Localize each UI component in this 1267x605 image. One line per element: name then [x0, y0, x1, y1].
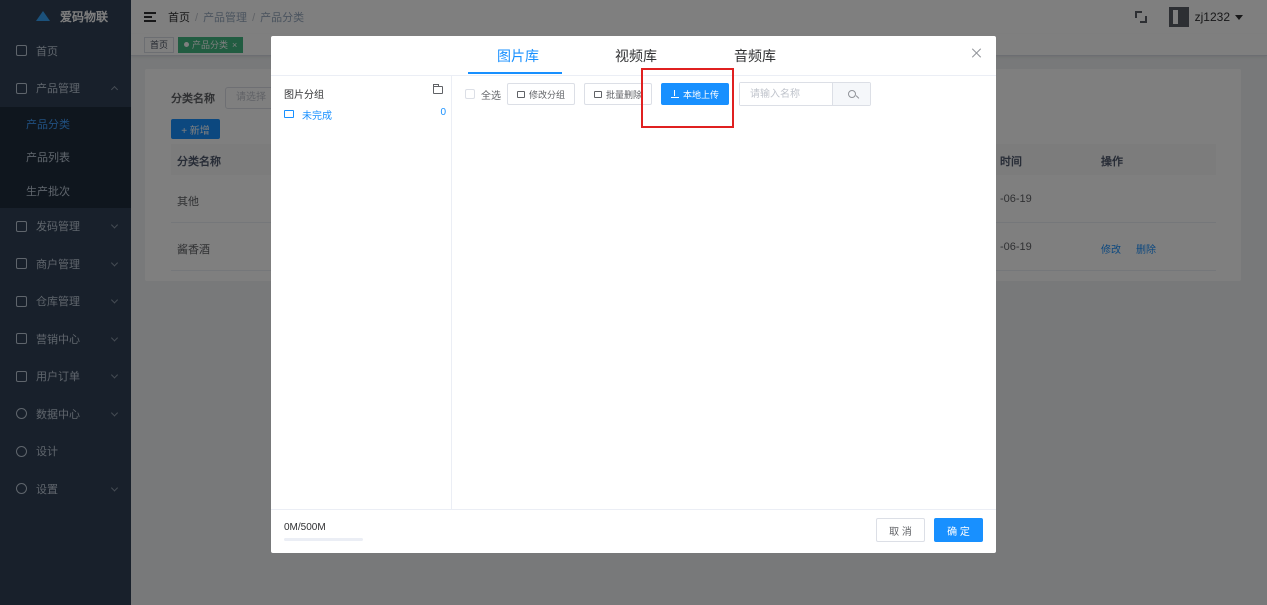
add-folder-icon[interactable]: [433, 84, 443, 94]
tab-images[interactable]: 图片库: [497, 46, 539, 66]
close-icon[interactable]: [972, 48, 982, 58]
cancel-button[interactable]: 取 消: [876, 518, 925, 542]
tab-audio[interactable]: 音频库: [734, 46, 776, 66]
folder-icon: [517, 90, 525, 98]
search-button[interactable]: [832, 83, 871, 105]
group-label: 未完成: [302, 110, 332, 122]
button-label: 修改分组: [529, 89, 566, 100]
folder-icon: [284, 110, 294, 118]
group-count: 0: [440, 107, 446, 118]
button-label: 批量删除: [606, 89, 643, 100]
group-panel: 图片分组 未完成 0: [271, 76, 452, 509]
storage-usage: 0M/500M: [284, 522, 326, 533]
search-input[interactable]: [740, 83, 833, 105]
search-box: [739, 82, 872, 106]
media-library-dialog: 图片库 视频库 音频库 图片分组 未完成 0 全选 修改分组 批量删除 本地上传: [271, 36, 996, 553]
search-icon: [847, 90, 856, 98]
trash-icon: [594, 90, 603, 98]
dialog-footer: 0M/500M 取 消 确 定: [271, 509, 996, 553]
tab-videos[interactable]: 视频库: [615, 46, 657, 66]
highlight-box: [641, 68, 734, 128]
dialog-tabs: 图片库 视频库 音频库: [271, 36, 996, 75]
group-item[interactable]: 未完成 0: [284, 107, 446, 122]
select-all-checkbox[interactable]: [465, 89, 475, 99]
active-tab-indicator: [468, 72, 562, 74]
group-panel-title: 图片分组: [284, 90, 324, 101]
storage-progress: [284, 538, 363, 541]
confirm-button[interactable]: 确 定: [934, 518, 983, 542]
edit-group-button[interactable]: 修改分组: [507, 83, 576, 105]
select-all-label[interactable]: 全选: [481, 87, 501, 102]
